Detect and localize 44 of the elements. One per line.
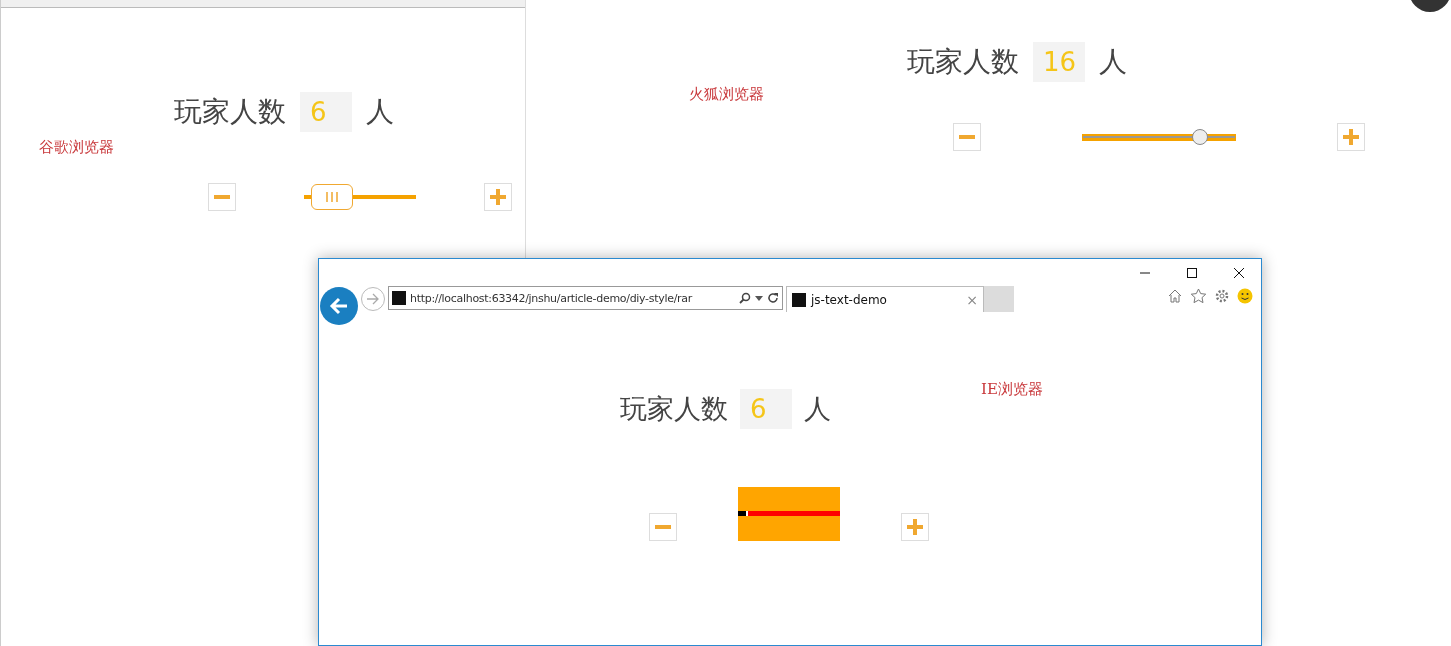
- minus-icon: [655, 525, 671, 529]
- minus-icon: [959, 135, 975, 139]
- increase-button[interactable]: [484, 183, 512, 211]
- site-icon: [392, 291, 406, 305]
- browser-caption: 火狐浏览器: [689, 85, 765, 104]
- settings-icon[interactable]: [1214, 288, 1230, 304]
- refresh-icon[interactable]: [767, 292, 779, 304]
- address-bar[interactable]: http://localhost:63342/jnshu/article-demo/diy-style/rar: [388, 286, 783, 310]
- tab-close-button[interactable]: ×: [966, 291, 978, 308]
- slider-thumb[interactable]: [311, 184, 353, 210]
- range-slider[interactable]: [738, 486, 840, 541]
- site-icon: [792, 292, 806, 307]
- unit-label: 人: [804, 392, 831, 426]
- tab-title: js-text-demo: [811, 292, 888, 307]
- minus-icon: [214, 195, 230, 199]
- forward-arrow-icon: [366, 293, 380, 305]
- player-count-label: 玩家人数: [174, 94, 286, 130]
- increase-button[interactable]: [901, 513, 929, 541]
- decrease-button[interactable]: [208, 183, 236, 211]
- slider-thumb[interactable]: [1192, 129, 1209, 145]
- plus-icon: [1342, 128, 1360, 146]
- home-icon[interactable]: [1167, 288, 1183, 304]
- unit-label: 人: [1099, 44, 1127, 80]
- plus-icon: [489, 188, 507, 206]
- increase-button[interactable]: [1337, 123, 1365, 151]
- back-arrow-icon: [329, 297, 349, 315]
- smiley-icon[interactable]: [1237, 288, 1253, 304]
- forward-button[interactable]: [361, 287, 385, 311]
- url-text: http://localhost:63342/jnshu/article-demo/diy-style/rar: [410, 291, 694, 305]
- back-button[interactable]: [320, 287, 358, 325]
- decrease-button[interactable]: [649, 513, 677, 541]
- decrease-button[interactable]: [953, 123, 981, 151]
- plus-icon: [906, 518, 924, 536]
- browser-caption: 谷歌浏览器: [39, 138, 115, 157]
- unit-label: 人: [366, 94, 394, 130]
- close-icon[interactable]: [1233, 267, 1245, 279]
- browser-caption: IE浏览器: [981, 380, 1043, 399]
- browser-tab[interactable]: js-text-demo ×: [786, 286, 984, 312]
- player-count-label: 玩家人数: [620, 392, 728, 426]
- search-icon[interactable]: [739, 292, 751, 304]
- player-count-label: 玩家人数: [907, 44, 1019, 80]
- star-icon[interactable]: [1190, 288, 1207, 304]
- maximize-icon[interactable]: [1186, 267, 1198, 279]
- caret-icon[interactable]: [755, 295, 763, 301]
